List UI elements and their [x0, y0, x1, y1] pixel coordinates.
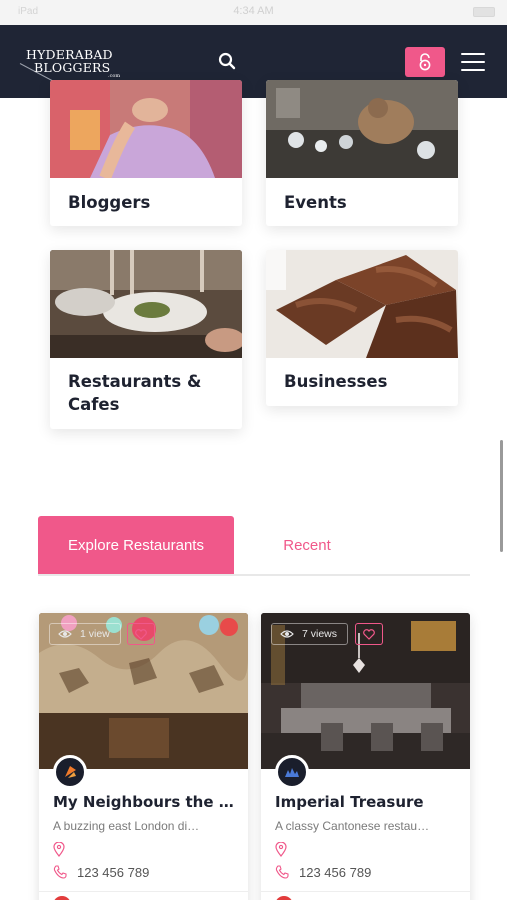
tab-underline	[38, 574, 470, 576]
restaurant-description: A classy Cantonese restau…	[275, 819, 430, 833]
views-count: 1 view	[80, 628, 110, 640]
battery-icon	[473, 7, 495, 17]
eye-icon	[58, 630, 72, 638]
phone-icon	[275, 865, 289, 879]
eye-icon	[280, 630, 294, 638]
card-divider	[39, 891, 248, 892]
heart-icon	[363, 629, 375, 640]
favorite-button[interactable]	[355, 623, 383, 645]
restaurant-card[interactable]: 7 views Imperial Treasure A classy Canto…	[261, 613, 470, 900]
events-image	[266, 80, 458, 178]
category-dot-icon	[53, 896, 71, 900]
logo-sub: .com	[108, 73, 121, 79]
views-badge: 7 views	[271, 623, 349, 645]
category-dot-icon	[275, 896, 293, 900]
restaurant-description: A buzzing east London di…	[53, 819, 200, 833]
restaurant-logo-avatar	[53, 755, 87, 789]
phone-icon	[53, 865, 67, 879]
favorite-button[interactable]	[127, 623, 155, 645]
category-label: Restaurants &	[68, 372, 202, 391]
category-card-bloggers[interactable]: Bloggers	[50, 80, 242, 226]
category-card-businesses[interactable]: Businesses	[266, 250, 458, 406]
restaurant-card[interactable]: 1 view My Neighbours the … A buzzing eas…	[39, 613, 248, 900]
status-time: 4:34 AM	[233, 5, 274, 17]
businesses-image	[266, 250, 458, 358]
category-card-restaurants[interactable]: Restaurants & Cafes	[50, 250, 242, 429]
hamburger-menu-icon[interactable]	[461, 52, 485, 72]
tab-explore-restaurants[interactable]: Explore Restaurants	[38, 516, 234, 575]
tab-recent[interactable]: Recent	[234, 516, 380, 575]
logo-line-2: BLOGGERS	[34, 60, 111, 75]
restaurant-phone[interactable]: 123 456 789	[299, 865, 371, 880]
heart-icon	[135, 629, 147, 640]
location-pin-icon	[275, 842, 287, 857]
bloggers-image	[50, 80, 242, 178]
restaurant-title[interactable]: Imperial Treasure	[275, 793, 465, 811]
category-label: Events	[284, 193, 347, 212]
restaurant-image: 7 views	[261, 613, 470, 769]
category-label: Bloggers	[68, 193, 151, 212]
restaurant-image: 1 view	[39, 613, 248, 769]
category-label-line-2: Cafes	[68, 395, 120, 414]
card-divider	[261, 891, 470, 892]
unlock-icon	[419, 53, 431, 71]
category-card-events[interactable]: Events	[266, 80, 458, 226]
category-label: Businesses	[284, 372, 388, 391]
search-icon[interactable]	[218, 52, 238, 72]
scrollbar[interactable]	[500, 440, 503, 552]
status-bar: iPad 4:34 AM	[0, 0, 507, 25]
restaurant-title[interactable]: My Neighbours the …	[53, 793, 243, 811]
location-pin-icon	[53, 842, 65, 857]
views-count: 7 views	[302, 628, 338, 640]
restaurants-image	[50, 250, 242, 358]
restaurant-logo-avatar	[275, 755, 309, 789]
unlock-button[interactable]	[405, 47, 445, 77]
site-logo[interactable]: HYDERABAD BLOGGERS .com	[19, 43, 132, 115]
restaurant-phone[interactable]: 123 456 789	[77, 865, 149, 880]
views-badge: 1 view	[49, 623, 121, 645]
